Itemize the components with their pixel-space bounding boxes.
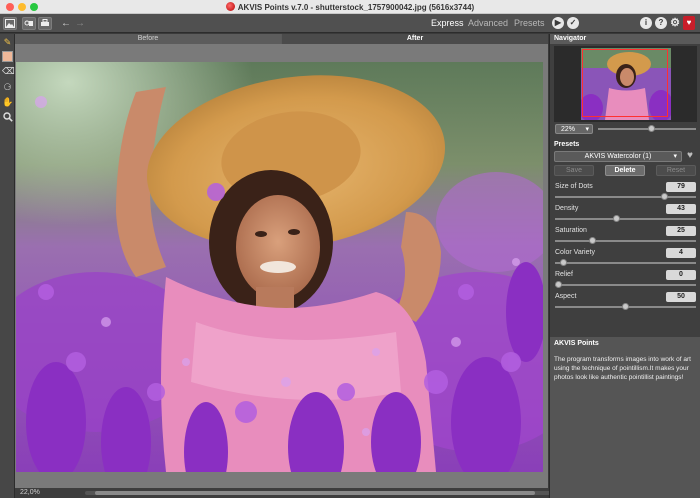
chevron-down-icon: ▾ (585, 126, 589, 133)
heart-icon[interactable]: ♥ (687, 150, 693, 161)
presets-label: Presets (554, 141, 580, 148)
info-panel: AKVIS Points The program transforms imag… (550, 337, 700, 498)
info-title: AKVIS Points (554, 340, 599, 347)
settings-button[interactable]: ⚙ (669, 17, 681, 29)
param-slider[interactable] (555, 237, 696, 244)
mode-presets-tab[interactable]: Presets (514, 18, 545, 28)
zoom-dropdown[interactable]: 22% ▾ (555, 124, 593, 134)
param-slider[interactable] (555, 281, 696, 288)
info-button[interactable]: i (640, 17, 652, 29)
magnifier-icon (2, 112, 13, 122)
before-after-tabs: Before After (15, 34, 548, 44)
param-label: Relief (555, 271, 573, 278)
chevron-down-icon: ▾ (673, 153, 677, 160)
param-color-variety: Color Variety 4 (550, 248, 700, 270)
param-label: Saturation (555, 227, 587, 234)
history-brush-icon: ⚆ (3, 82, 12, 92)
mode-advanced-tab[interactable]: Advanced (468, 18, 508, 28)
param-value-field[interactable]: 43 (666, 204, 696, 214)
help-button[interactable]: ? (655, 17, 667, 29)
zoom-status: 22,0% (20, 489, 40, 496)
param-value-field[interactable]: 79 (666, 182, 696, 192)
param-value-field[interactable]: 50 (666, 292, 696, 302)
tab-before[interactable]: Before (15, 34, 281, 44)
open-image-icon (5, 19, 15, 28)
print-button[interactable] (38, 17, 52, 30)
param-aspect: Aspect 50 (550, 292, 700, 314)
navigator-view-frame[interactable] (582, 49, 668, 117)
param-label: Color Variety (555, 249, 595, 256)
param-slider[interactable] (555, 215, 696, 222)
run-button[interactable]: ▶ (552, 17, 564, 29)
mode-express-tab[interactable]: Express (431, 18, 464, 28)
akvis-logo[interactable]: ♥ (683, 16, 695, 30)
navigator-header: Navigator (550, 34, 700, 44)
help-icon: ? (658, 18, 664, 27)
zoom-tool[interactable] (2, 112, 13, 123)
painting-illustration (16, 62, 543, 472)
param-label: Density (555, 205, 579, 212)
tab-after[interactable]: After (282, 34, 548, 44)
preset-dropdown[interactable]: AKVIS Watercolor (1) ▾ (554, 151, 682, 162)
param-value-field[interactable]: 4 (666, 248, 696, 258)
reset-preset-button[interactable]: Reset (656, 165, 696, 176)
apply-icon: ✓ (569, 18, 577, 27)
navigator-preview[interactable] (554, 46, 697, 122)
result-image[interactable] (16, 62, 543, 472)
param-label: Aspect (555, 293, 577, 300)
save-preset-button[interactable]: Save (554, 165, 594, 176)
delete-preset-button[interactable]: Delete (605, 165, 645, 176)
akvis-logo-icon: ♥ (686, 18, 692, 27)
eraser-icon: ⌫ (2, 66, 15, 76)
tool-strip: ✎ ⌫ ⚆ ✋ (0, 34, 15, 498)
param-slider[interactable] (555, 193, 696, 200)
window-title: AKVIS Points v.7.0 - shutterstock_175790… (0, 2, 700, 12)
param-slider[interactable] (555, 259, 696, 266)
param-slider[interactable] (555, 303, 696, 310)
param-slider-knob[interactable] (560, 259, 568, 266)
param-slider-knob[interactable] (660, 193, 668, 200)
print-icon (41, 19, 49, 26)
settings-icon: ⚙ (670, 17, 680, 29)
info-icon: i (644, 18, 648, 27)
hand-tool[interactable]: ✋ (2, 97, 13, 108)
param-slider-knob[interactable] (555, 281, 562, 288)
color-swatch[interactable] (2, 51, 13, 62)
horizontal-scrollbar[interactable] (85, 491, 555, 495)
zoom-slider-knob[interactable] (648, 125, 656, 132)
param-value-field[interactable]: 0 (666, 270, 696, 280)
param-saturation: Saturation 25 (550, 226, 700, 248)
eraser-tool[interactable]: ⌫ (2, 66, 15, 77)
info-text: The program transforms images into work … (554, 356, 691, 381)
save-image-icon (24, 20, 33, 26)
param-relief: Relief 0 (550, 270, 700, 292)
main-toolbar: ← → Express Advanced Presets ▶ ✓ i ? ⚙ ♥ (0, 14, 700, 33)
open-image-button[interactable] (3, 17, 17, 30)
scrollbar-thumb[interactable] (95, 491, 535, 495)
undo-icon: ← (61, 18, 71, 29)
zoom-slider[interactable] (598, 125, 696, 132)
param-size-of-dots: Size of Dots 79 (550, 182, 700, 204)
hand-icon: ✋ (2, 97, 14, 107)
title-bar: AKVIS Points v.7.0 - shutterstock_175790… (0, 0, 700, 14)
param-slider-knob[interactable] (622, 303, 629, 310)
param-slider-knob[interactable] (612, 215, 620, 222)
param-slider-knob[interactable] (588, 237, 596, 244)
app-icon (225, 2, 235, 11)
redo-icon: → (75, 18, 85, 29)
param-value-field[interactable]: 25 (666, 226, 696, 236)
status-bar: 22,0% (15, 488, 555, 498)
redo-button[interactable]: → (74, 17, 86, 30)
run-icon: ▶ (554, 18, 562, 27)
settings-panel: Navigator 22% ▾ Presets AKVIS Watercolor … (549, 34, 700, 498)
history-brush-tool[interactable]: ⚆ (2, 82, 13, 93)
pencil-icon: ✎ (3, 37, 12, 47)
param-label: Size of Dots (555, 183, 593, 190)
save-image-button[interactable] (22, 17, 36, 30)
brush-tool[interactable]: ✎ (2, 37, 13, 48)
param-density: Density 43 (550, 204, 700, 226)
navigator-thumbnail[interactable] (581, 48, 671, 120)
undo-button[interactable]: ← (60, 17, 72, 30)
apply-button[interactable]: ✓ (567, 17, 579, 29)
